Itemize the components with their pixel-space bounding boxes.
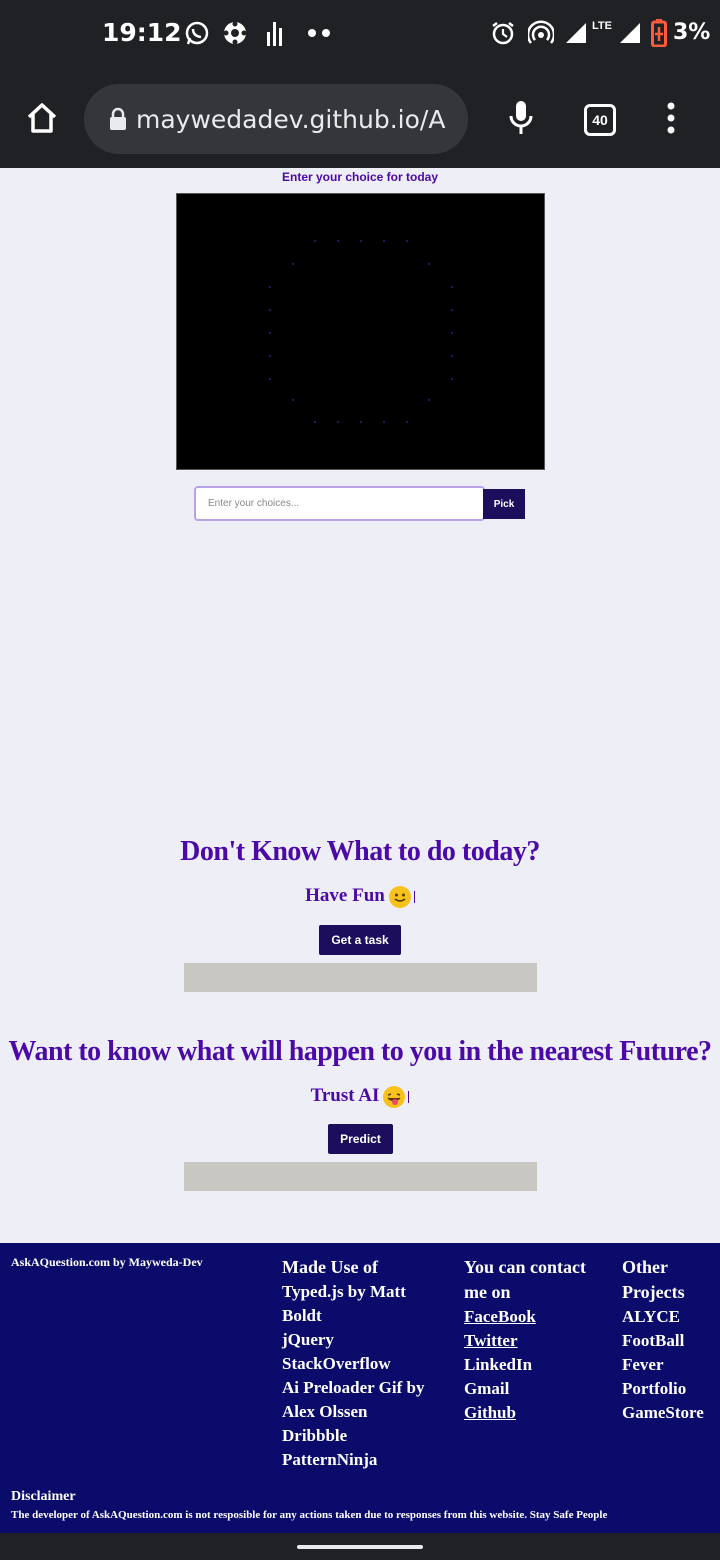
footer-projects: Other Projects ALYCE FootBall Fever Port… [622, 1255, 717, 1425]
status-bar: 19:12 LTE 3% [0, 0, 720, 68]
disclaimer-title: Disclaimer [11, 1489, 76, 1504]
status-time: 19:12 [102, 18, 182, 47]
footer-item: jQuery [282, 1330, 334, 1349]
browser-toolbar: maywedadev.github.io/A 40 [0, 68, 720, 168]
footer-heading: Projects [622, 1282, 685, 1302]
footer-made-use-of: Made Use of Typed.js by Matt Boldt jQuer… [282, 1255, 452, 1472]
footer-item: Ai Preloader Gif by [282, 1378, 425, 1397]
loading-dots-icon [268, 239, 454, 424]
task-section-title: Don't Know What to do today? [180, 836, 540, 867]
footer-heading: me on [464, 1282, 511, 1302]
task-result-box [184, 963, 537, 992]
footer-item: Typed.js by Matt [282, 1282, 406, 1301]
future-subtitle: Trust AI [0, 1085, 720, 1108]
facebook-link[interactable]: FaceBook [464, 1305, 604, 1329]
future-section-title: Want to know what will happen to you in … [8, 1036, 713, 1067]
footer-item: Boldt [282, 1306, 322, 1325]
url-text: maywedadev.github.io/A [136, 104, 446, 134]
get-task-button[interactable]: Get a task [319, 925, 401, 955]
predict-button[interactable]: Predict [328, 1124, 393, 1154]
signal-icon [563, 18, 589, 48]
lock-icon [108, 106, 128, 132]
settings-app-icon [220, 18, 250, 48]
address-bar[interactable]: maywedadev.github.io/A [84, 84, 468, 154]
typing-cursor [408, 1090, 410, 1103]
microphone-icon[interactable] [504, 98, 538, 138]
prediction-result-box [184, 1162, 537, 1191]
project-link[interactable]: Portfolio [622, 1377, 717, 1401]
preloader-canvas [176, 193, 545, 470]
pick-button[interactable]: Pick [483, 489, 525, 519]
task-subtitle-text: Have Fun [305, 885, 385, 906]
footer-contact: You can contact me on FaceBook Twitter L… [464, 1255, 604, 1425]
footer-heading: Other [622, 1257, 668, 1277]
footer-brand: AskAQuestion.com by Mayweda-Dev [11, 1255, 203, 1269]
footer-item: Alex Olssen [282, 1402, 368, 1421]
menu-icon[interactable] [658, 100, 684, 136]
smiling-face-emoji-icon [388, 885, 411, 908]
typing-cursor [413, 890, 415, 903]
gmail-link[interactable]: Gmail [464, 1377, 604, 1401]
disclaimer-text: The developer of AskAQuestion.com is not… [11, 1509, 608, 1521]
footer-item: StackOverflow [282, 1354, 391, 1373]
footer-heading: Made Use of [282, 1257, 378, 1277]
project-link[interactable]: GameStore [622, 1401, 717, 1425]
home-icon[interactable] [22, 98, 62, 138]
project-link[interactable]: Fever [622, 1353, 717, 1377]
alarm-icon [489, 18, 517, 48]
footer-item: Dribbble [282, 1426, 348, 1445]
battery-percentage: 3% [673, 20, 711, 45]
more-dots-icon [305, 18, 333, 48]
signal-icon [617, 18, 643, 48]
choice-title: Enter your choice for today [281, 170, 439, 184]
task-subtitle: Have Fun [0, 885, 720, 908]
network-type-label: LTE [592, 20, 612, 32]
github-link[interactable]: Github [464, 1401, 604, 1425]
battery-icon [649, 18, 669, 48]
footer-item: PatternNinja [282, 1450, 378, 1469]
tab-switcher-button[interactable]: 40 [584, 104, 616, 136]
choices-input[interactable]: Enter your choices... [194, 486, 485, 521]
twitter-link[interactable]: Twitter [464, 1329, 604, 1353]
system-nav-bar [0, 1533, 720, 1560]
project-link[interactable]: ALYCE [622, 1305, 717, 1329]
future-subtitle-text: Trust AI [310, 1085, 380, 1106]
project-link[interactable]: FootBall [622, 1329, 717, 1353]
tongue-wink-emoji-icon [383, 1085, 406, 1108]
linkedin-link[interactable]: LinkedIn [464, 1353, 604, 1377]
hotspot-icon [527, 18, 555, 48]
footer: AskAQuestion.com by Mayweda-Dev Made Use… [0, 1243, 720, 1533]
footer-heading: You can contact [464, 1257, 586, 1277]
bar-chart-icon [264, 18, 286, 48]
gesture-handle[interactable] [297, 1545, 423, 1549]
whatsapp-icon [183, 18, 211, 48]
